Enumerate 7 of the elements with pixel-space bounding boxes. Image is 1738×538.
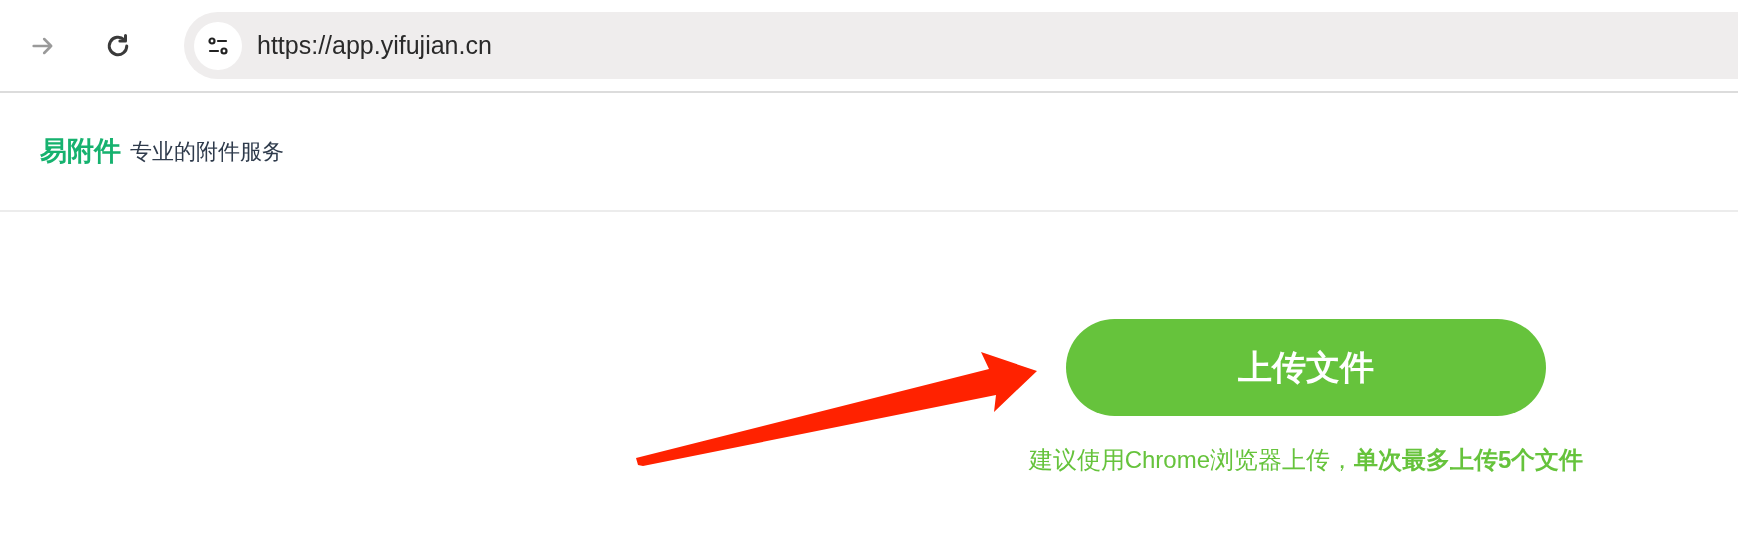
tagline: 专业的附件服务 (130, 138, 284, 166)
address-bar[interactable]: https://app.yifujian.cn (184, 12, 1738, 79)
upload-hint: 建议使用Chrome浏览器上传，单次最多上传5个文件 (1028, 445, 1584, 475)
logo-text[interactable]: 易附件 (40, 131, 121, 172)
upload-button[interactable]: 上传文件 (1066, 319, 1546, 416)
url-text: https://app.yifujian.cn (257, 29, 492, 61)
site-settings-icon[interactable] (194, 21, 242, 70)
